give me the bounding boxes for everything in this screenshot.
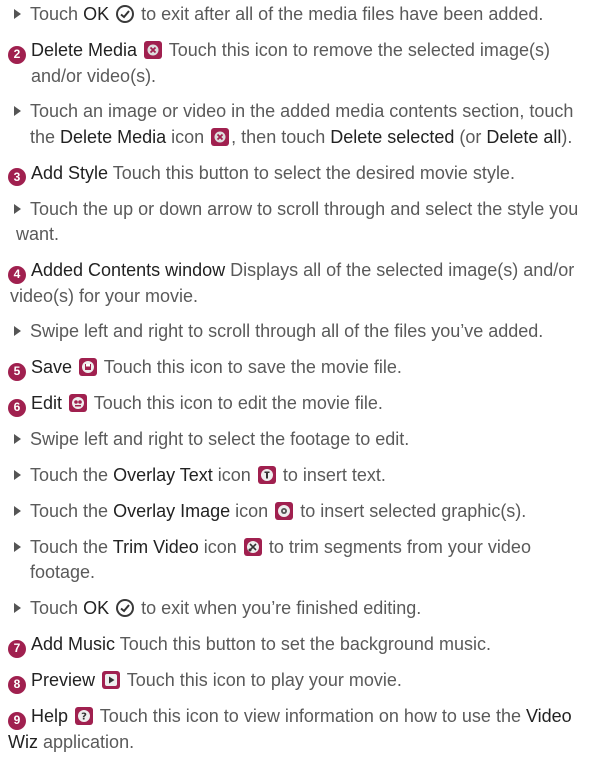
bullet-overlay-image: Touch the Overlay Image icon to insert s… [14, 499, 600, 525]
play-icon [102, 671, 121, 690]
bullet-scroll-style: Touch the up or down arrow to scroll thr… [14, 198, 579, 245]
save-icon [79, 358, 98, 377]
delete-media-icon [211, 127, 230, 146]
bullet-arrow-icon [14, 603, 21, 614]
check-circle-icon [116, 599, 135, 618]
overlay-image-icon [275, 501, 294, 520]
bullet-ok-finish: Touch OK to exit when you’re finished ed… [14, 596, 600, 622]
number-badge: 7 [8, 639, 26, 658]
bullet-swipe-footage: Swipe left and right to select the foota… [14, 427, 600, 453]
bullet-arrow-icon [14, 470, 21, 481]
help-icon: ? [75, 707, 94, 725]
item-edit: 6 Edit Touch this icon to edit the movie … [8, 391, 600, 417]
manual-page: Touch OK to exit after all of the media … [0, 0, 610, 759]
bullet-swipe-files: Swipe left and right to scroll through a… [14, 319, 600, 345]
trim-video-icon [243, 537, 262, 556]
item-delete-media: 2 Delete Media Touch this icon to remove … [8, 38, 600, 89]
number-badge: 5 [8, 363, 26, 382]
bullet-arrow-icon [14, 326, 21, 337]
bullet-arrow-icon [14, 203, 21, 214]
item-help: 9 Help ? Touch this icon to view informat… [8, 706, 572, 752]
check-circle-icon [116, 5, 135, 23]
delete-media-icon [144, 40, 163, 59]
item-save: 5 Save Touch this icon to save the movie … [8, 355, 600, 382]
overlay-text-icon [257, 466, 276, 485]
number-badge: 2 [8, 45, 26, 64]
number-badge: 8 [8, 675, 26, 694]
bullet-overlay-text: Touch the Overlay Text icon to insert te… [14, 463, 600, 489]
item-added-contents: 4 Added Contents window Displays all of t… [8, 260, 575, 306]
number-badge: 3 [8, 168, 26, 187]
item-preview: 8 Preview Touch this icon to play your mo… [8, 668, 600, 694]
edit-icon [69, 394, 88, 413]
bullet-arrow-icon [14, 541, 21, 552]
bullet-arrow-icon [14, 106, 21, 117]
number-badge: 4 [8, 265, 26, 284]
bullet-delete-steps: Touch an image or video in the added med… [14, 99, 600, 150]
number-badge: 6 [8, 399, 26, 417]
bullet-trim-video: Touch the Trim Video icon to trim segmen… [14, 535, 600, 586]
number-badge: 9 [8, 711, 26, 730]
bullet-ok-exit: Touch OK to exit after all of the media … [14, 2, 600, 28]
item-add-style: 3 Add Style Touch this button to select t… [8, 161, 600, 187]
item-add-music: 7 Add Music Touch this button to set the … [8, 632, 600, 658]
bullet-arrow-icon [14, 434, 21, 445]
svg-text:?: ? [81, 712, 87, 723]
bullet-arrow-icon [14, 505, 21, 516]
bullet-arrow-icon [14, 9, 21, 19]
